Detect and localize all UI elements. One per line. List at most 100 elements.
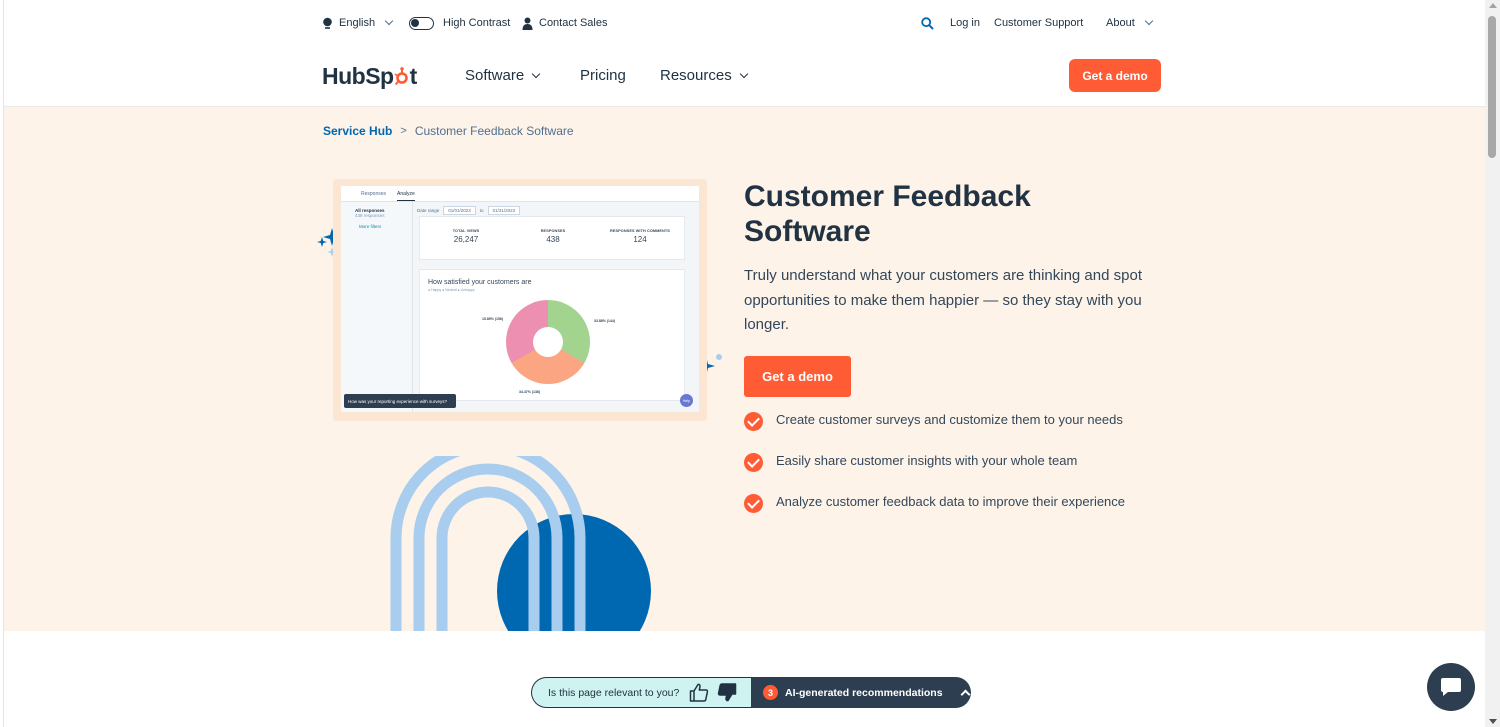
globe-icon <box>323 17 332 29</box>
screenshot-date-label: Date range <box>417 208 440 213</box>
screenshot-stats-card: TOTAL VIEWS 26,247 RESPONSES 438 RESPONS… <box>419 216 685 260</box>
stat-responses: RESPONSES 438 <box>513 229 593 244</box>
list-item: Create customer surveys and customize th… <box>744 409 1184 450</box>
breadcrumb: Service Hub > Customer Feedback Software <box>323 124 574 138</box>
get-demo-nav-button[interactable]: Get a demo <box>1069 59 1161 92</box>
pie-chart <box>506 300 590 384</box>
logo-text-part2: t <box>409 63 418 89</box>
screenshot-more-filters: More filters <box>359 224 382 229</box>
chevron-down-icon <box>1144 16 1153 26</box>
screenshot-sidebar-sub: 438 responses <box>355 213 385 218</box>
page-title: Customer Feedback Software <box>744 180 1031 248</box>
hero-section: Service Hub > Customer Feedback Software… <box>4 107 1485 631</box>
screenshot-chart-title: How satisfied your customers are <box>428 279 532 286</box>
stat-value: 124 <box>633 235 647 244</box>
breadcrumb-separator: > <box>400 125 407 137</box>
scroll-down-arrow-icon[interactable] <box>1489 719 1497 724</box>
about-menu[interactable]: About <box>1106 15 1153 31</box>
stat-value: 26,247 <box>453 235 479 244</box>
page-scrollbar[interactable] <box>1485 0 1500 727</box>
checkmark-icon <box>744 412 763 431</box>
thumbs-down-icon[interactable] <box>717 683 737 702</box>
list-item: Analyze customer feedback data to improv… <box>744 491 1184 532</box>
screenshot-help-button: Help <box>680 394 693 407</box>
chevron-down-icon <box>384 16 394 26</box>
login-label: Log in <box>950 17 980 29</box>
screenshot-tab-analyze: Analyze <box>397 191 415 201</box>
chevron-up-icon <box>960 689 970 700</box>
pie-label-bottom: 34.47% (138) <box>519 390 541 394</box>
pie-label-left: 15.89% (156) <box>482 317 504 321</box>
relevance-question: Is this page relevant to you? <box>548 686 680 699</box>
ai-recommendations-toggle[interactable]: 3 AI-generated recommendations <box>751 677 971 708</box>
nav-pricing-label: Pricing <box>580 67 626 84</box>
page: English High Contrast Contact Sales Log … <box>3 0 1485 727</box>
contact-sales-link[interactable]: Contact Sales <box>522 15 607 31</box>
screenshot-date-range: Date range 01/01/2023 to 01/31/2023 <box>417 206 521 215</box>
chevron-down-icon <box>531 69 541 78</box>
screenshot-date-from: 01/01/2023 <box>443 206 476 215</box>
recommendations-label: AI-generated recommendations <box>785 686 943 699</box>
high-contrast-label: High Contrast <box>443 17 511 29</box>
utility-bar: English High Contrast Contact Sales Log … <box>4 0 1485 46</box>
stat-label: RESPONSES <box>540 229 566 233</box>
hero-description: Truly understand what your customers are… <box>744 267 1142 333</box>
nav-resources[interactable]: Resources <box>660 67 748 84</box>
feature-text: Easily share customer insights with your… <box>776 453 1078 468</box>
nav-software[interactable]: Software <box>465 67 541 84</box>
person-icon <box>522 17 533 30</box>
scroll-thumb[interactable] <box>1488 16 1496 158</box>
screenshot-frame: Responses Analyze All responses 438 resp… <box>341 186 699 412</box>
get-demo-hero-button[interactable]: Get a demo <box>744 356 851 397</box>
list-item: Easily share customer insights with your… <box>744 450 1184 491</box>
stat-label: RESPONSES WITH COMMENTS <box>610 229 670 233</box>
nav-resources-label: Resources <box>660 67 732 84</box>
logo-text-part1: HubSp <box>322 63 394 89</box>
customer-support-link[interactable]: Customer Support <box>994 15 1083 31</box>
high-contrast-toggle[interactable]: High Contrast <box>409 15 510 31</box>
chat-bubble-icon <box>1441 678 1461 696</box>
contact-sales-label: Contact Sales <box>539 17 608 29</box>
about-label: About <box>1106 17 1135 29</box>
recommendations-count-badge: 3 <box>763 685 778 700</box>
search-button[interactable] <box>921 15 934 31</box>
screenshot-tabs: Responses Analyze <box>341 186 699 202</box>
chat-button[interactable] <box>1427 663 1475 711</box>
screenshot-pie-card: How satisfied your customers are ● Happy… <box>419 269 685 401</box>
scroll-up-arrow-icon[interactable] <box>1489 3 1497 8</box>
screenshot-tab-responses: Responses <box>361 191 387 197</box>
page-relevance-feedback-bar: Is this page relevant to you? 3 AI-gener… <box>531 677 971 708</box>
screenshot-sidebar: All responses 438 responses More filters <box>341 202 413 412</box>
customer-support-label: Customer Support <box>994 17 1084 29</box>
search-icon <box>921 16 934 30</box>
relevance-question-panel: Is this page relevant to you? <box>531 677 751 708</box>
checkmark-icon <box>744 494 763 513</box>
feature-text: Analyze customer feedback data to improv… <box>776 494 1126 509</box>
language-label: English <box>339 17 376 29</box>
stat-value: 438 <box>546 235 560 244</box>
stat-responses-with-comments: RESPONSES WITH COMMENTS 124 <box>600 229 680 244</box>
feature-text: Create customer surveys and customize th… <box>776 412 1123 427</box>
checkmark-icon <box>744 453 763 472</box>
nav-software-label: Software <box>465 67 525 84</box>
product-screenshot: Responses Analyze All responses 438 resp… <box>333 179 707 421</box>
main-nav: HubSp t Software Pricing Resources Get a… <box>4 46 1485 107</box>
toggle-switch-icon[interactable] <box>409 16 434 30</box>
language-selector[interactable]: English <box>322 15 394 31</box>
decorative-arches-graphic <box>390 456 651 631</box>
screenshot-date-to-word: to <box>479 208 484 213</box>
breadcrumb-service-hub[interactable]: Service Hub <box>323 124 392 138</box>
stat-label: TOTAL VIEWS <box>452 229 480 233</box>
screenshot-date-to: 01/31/2023 <box>487 206 521 215</box>
login-link[interactable]: Log in <box>950 15 980 31</box>
hubspot-logo[interactable]: HubSp t <box>322 63 417 90</box>
thumbs-up-icon[interactable] <box>689 683 709 702</box>
pie-label-right: 33.88% (144) <box>594 319 616 323</box>
stat-total-views: TOTAL VIEWS 26,247 <box>426 229 506 244</box>
screenshot-chart-legend: ● Happy ● Neutral ● Unhappy <box>428 288 475 292</box>
nav-pricing[interactable]: Pricing <box>580 67 626 84</box>
chevron-down-icon <box>739 69 748 78</box>
feature-list: Create customer surveys and customize th… <box>744 409 1184 532</box>
screenshot-survey-prompt: How was your reporting experience with s… <box>344 394 456 408</box>
breadcrumb-current: Customer Feedback Software <box>414 124 574 138</box>
